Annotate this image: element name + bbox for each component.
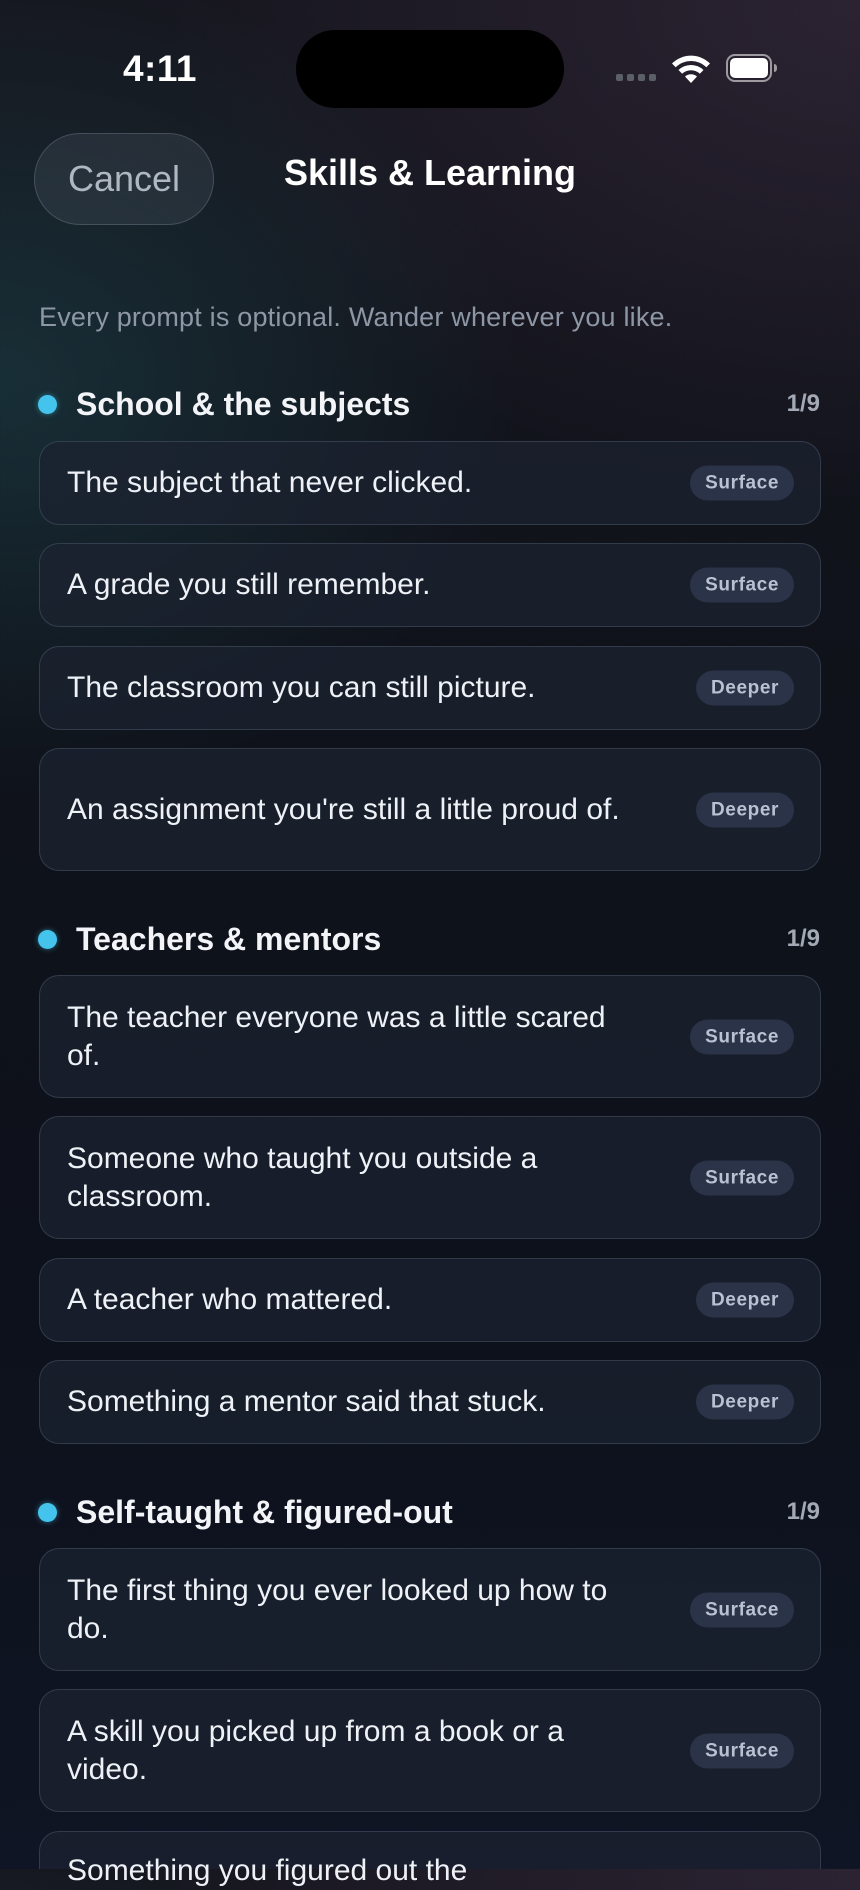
depth-badge: Surface <box>690 567 794 603</box>
page-title: Skills & Learning <box>283 152 577 193</box>
section-progress-count: 1/9 <box>786 1498 820 1525</box>
cellular-signal-icon <box>616 74 656 81</box>
prompt-text: The teacher everyone was a little scared… <box>67 1000 606 1072</box>
section-title: Self-taught & figured-out <box>76 1494 453 1530</box>
prompt-text: The classroom you can still picture. <box>67 671 536 704</box>
prompt-card[interactable]: The first thing you ever looked up how t… <box>39 1548 821 1671</box>
prompt-text: Something you figured out the <box>67 1854 468 1887</box>
prompt-card[interactable]: The classroom you can still picture. Dee… <box>39 646 821 730</box>
prompt-text: Something a mentor said that stuck. <box>67 1385 546 1418</box>
section-title: School & the subjects <box>76 386 411 422</box>
intro-text: Every prompt is optional. Wander whereve… <box>39 302 673 332</box>
prompt-card[interactable]: An assignment you're still a little prou… <box>39 748 821 871</box>
prompt-text: A grade you still remember. <box>67 568 431 601</box>
cancel-button[interactable]: Cancel <box>34 133 214 225</box>
prompt-text: Someone who taught you outside a classro… <box>67 1141 538 1213</box>
prompt-text: The first thing you ever looked up how t… <box>67 1573 608 1645</box>
wifi-icon <box>672 55 710 83</box>
depth-badge: Surface <box>690 1160 794 1195</box>
depth-badge: Surface <box>690 1019 794 1054</box>
section-progress-count: 1/9 <box>786 925 820 952</box>
depth-badge: Surface <box>690 1733 794 1768</box>
depth-badge: Deeper <box>695 792 794 827</box>
depth-badge: Deeper <box>695 1282 794 1318</box>
prompt-text: An assignment you're still a little prou… <box>67 792 620 826</box>
status-time: 4:11 <box>122 48 197 89</box>
battery-icon <box>726 54 777 82</box>
prompt-card[interactable]: Something you figured out the <box>39 1831 821 1887</box>
prompt-text: A teacher who mattered. <box>67 1283 393 1316</box>
depth-badge: Surface <box>690 465 794 501</box>
prompt-card[interactable]: Someone who taught you outside a classro… <box>39 1116 821 1239</box>
prompt-card[interactable]: A teacher who mattered. Deeper <box>39 1258 821 1342</box>
depth-badge: Deeper <box>695 670 794 706</box>
prompt-text: A skill you picked up from a book or a v… <box>67 1714 564 1786</box>
section-header-school: School & the subjects 1/9 <box>0 382 860 426</box>
depth-badge: Surface <box>690 1592 794 1627</box>
section-header-teachers: Teachers & mentors 1/9 <box>0 917 860 961</box>
prompt-card[interactable]: A skill you picked up from a book or a v… <box>39 1689 821 1812</box>
section-dot <box>38 395 57 414</box>
section-header-self-taught: Self-taught & figured-out 1/9 <box>0 1490 860 1534</box>
prompt-card[interactable]: A grade you still remember. Surface <box>39 543 821 627</box>
status-bar: 4:11 <box>0 0 860 110</box>
dynamic-island <box>296 30 564 108</box>
section-progress-count: 1/9 <box>786 390 820 417</box>
depth-badge: Deeper <box>695 1384 794 1420</box>
section-dot <box>38 930 57 949</box>
section-dot <box>38 1503 57 1522</box>
prompt-card[interactable]: The subject that never clicked. Surface <box>39 441 821 525</box>
prompt-text: The subject that never clicked. <box>67 466 473 499</box>
prompt-card[interactable]: Something a mentor said that stuck. Deep… <box>39 1360 821 1444</box>
prompt-card[interactable]: The teacher everyone was a little scared… <box>39 975 821 1098</box>
section-title: Teachers & mentors <box>76 921 382 957</box>
